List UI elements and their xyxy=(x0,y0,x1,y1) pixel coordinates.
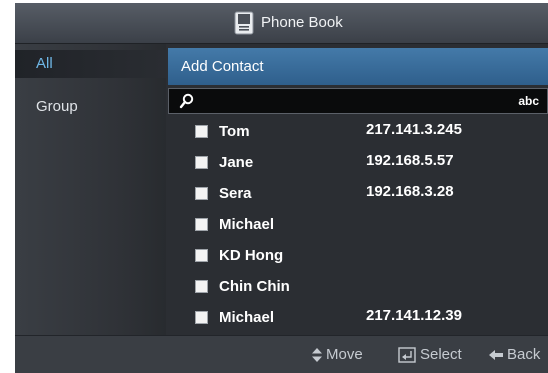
contact-checkbox[interactable] xyxy=(195,125,208,138)
enter-icon xyxy=(398,347,416,363)
sidebar: All Group xyxy=(15,44,166,335)
title-bar: Phone Book xyxy=(15,3,548,44)
list-item[interactable]: Sera 192.168.3.28 xyxy=(166,179,548,209)
list-item[interactable]: Michael xyxy=(166,210,548,240)
search-box[interactable]: abc xyxy=(168,88,548,114)
list-item[interactable]: Chin Chin xyxy=(166,272,548,302)
list-item[interactable]: KD Hong xyxy=(166,241,548,271)
phonebook-icon xyxy=(234,11,254,35)
back-arrow-icon xyxy=(489,350,503,361)
page-title: Phone Book xyxy=(261,14,343,31)
contact-ip: 217.141.3.245 xyxy=(366,121,462,138)
move-hint-label: Move xyxy=(326,346,363,363)
contact-checkbox[interactable] xyxy=(195,311,208,324)
list-item[interactable]: Tom 217.141.3.245 xyxy=(166,117,548,147)
select-hint-label: Select xyxy=(420,346,462,363)
sidebar-item-all[interactable]: All xyxy=(15,50,166,78)
contact-checkbox[interactable] xyxy=(195,218,208,231)
sidebar-item-group[interactable]: Group xyxy=(15,93,166,121)
contact-name: Chin Chin xyxy=(219,278,290,295)
add-contact-button[interactable]: Add Contact xyxy=(168,48,548,85)
move-hint: Move xyxy=(312,336,363,373)
list-item[interactable]: Jane 192.168.5.57 xyxy=(166,148,548,178)
search-icon xyxy=(179,93,194,109)
search-input[interactable] xyxy=(199,92,499,110)
contact-ip: 192.168.3.28 xyxy=(366,183,454,200)
contact-panel: Add Contact abc Tom 217.141.3.245 Jane 1… xyxy=(166,44,548,335)
back-hint: Back xyxy=(489,336,540,373)
contact-name: Sera xyxy=(219,185,252,202)
contact-ip: 217.141.12.39 xyxy=(366,307,462,324)
contact-checkbox[interactable] xyxy=(195,187,208,200)
list-item[interactable]: Michael 217.141.12.39 xyxy=(166,303,548,333)
input-mode-indicator: abc xyxy=(518,94,539,108)
phonebook-screen: Phone Book All Group Add Contact abc Tom… xyxy=(15,3,548,373)
contact-ip: 192.168.5.57 xyxy=(366,152,454,169)
contact-checkbox[interactable] xyxy=(195,280,208,293)
contact-name: Michael xyxy=(219,309,275,326)
back-hint-label: Back xyxy=(507,346,541,363)
contact-checkbox[interactable] xyxy=(195,156,208,169)
up-down-arrow-icon xyxy=(312,348,322,363)
contact-name: Michael xyxy=(219,216,275,233)
contact-name: Tom xyxy=(219,123,250,140)
contact-name: KD Hong xyxy=(219,247,284,264)
select-hint: Select xyxy=(398,336,462,373)
contact-checkbox[interactable] xyxy=(195,249,208,262)
footer-hints: Move Select Back xyxy=(15,335,548,373)
contact-name: Jane xyxy=(219,154,254,171)
